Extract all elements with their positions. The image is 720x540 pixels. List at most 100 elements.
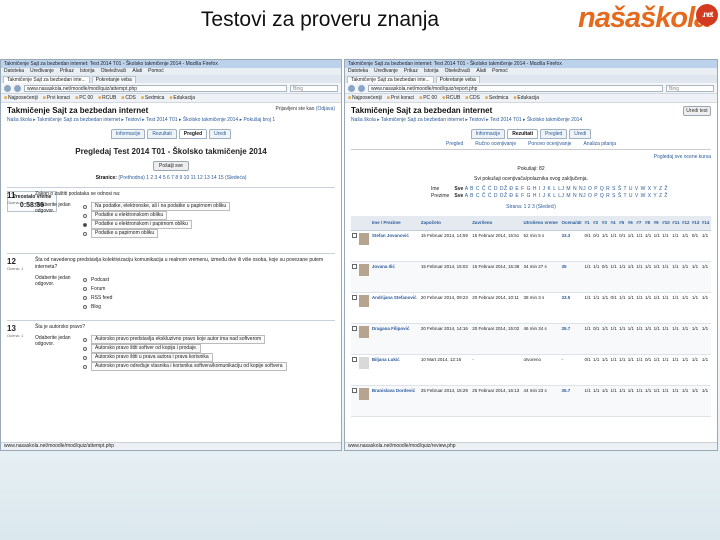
student-name[interactable]: Branislava Dordević bbox=[370, 385, 420, 417]
forward-icon[interactable] bbox=[14, 84, 21, 92]
submit-all-button[interactable]: Pošalji sve bbox=[153, 161, 189, 171]
back-icon[interactable] bbox=[4, 84, 11, 92]
grade-link[interactable]: 33.3 bbox=[561, 233, 570, 238]
column-header[interactable]: #11 bbox=[671, 216, 681, 231]
menu-item[interactable]: Istorija bbox=[424, 68, 439, 75]
question-mark[interactable]: 1/1 bbox=[626, 354, 636, 386]
tab-preview[interactable]: Pregled bbox=[540, 129, 568, 139]
answer-option[interactable]: Podcast bbox=[83, 275, 335, 284]
filter-all[interactable]: Sve bbox=[454, 193, 463, 199]
question-mark[interactable]: 0/1 bbox=[600, 261, 610, 293]
question-mark[interactable]: 1/1 bbox=[583, 323, 593, 355]
bookmark-item[interactable]: Prvi koraci bbox=[43, 95, 70, 101]
menu-item[interactable]: Obeleživači bbox=[445, 68, 471, 75]
question-mark[interactable]: 1/1 bbox=[609, 230, 619, 262]
question-mark[interactable]: 1/1 bbox=[661, 385, 672, 417]
browser-tab[interactable]: Takmičenje Sajt za bezbedan inte... bbox=[347, 76, 434, 83]
question-mark[interactable]: 0/1 bbox=[618, 230, 627, 262]
edit-quiz-label[interactable]: Uredi test bbox=[683, 106, 711, 116]
checkbox[interactable] bbox=[352, 387, 357, 393]
student-name[interactable]: Stefan Jovanović bbox=[370, 230, 420, 262]
answer-option[interactable]: Autorsko pravo štiti u prava autora i pr… bbox=[83, 353, 335, 362]
bookmark-item[interactable]: Prvi koraci bbox=[387, 95, 414, 101]
menu-item[interactable]: Uređivanje bbox=[30, 68, 54, 75]
radio-button[interactable] bbox=[83, 204, 87, 209]
avatar[interactable] bbox=[359, 232, 370, 245]
subtab-regrade[interactable]: Ponovo ocenjivanje bbox=[528, 141, 571, 147]
menu-item[interactable]: Pomoć bbox=[148, 68, 164, 75]
question-mark[interactable]: 1/1 bbox=[690, 385, 701, 417]
question-mark[interactable]: 1/1 bbox=[652, 385, 662, 417]
column-header[interactable]: #7 bbox=[635, 216, 645, 231]
column-header[interactable]: Započeto bbox=[419, 216, 472, 231]
bookmark-item[interactable]: Najposećeniji bbox=[348, 95, 382, 101]
question-mark[interactable]: 1/1 bbox=[700, 323, 711, 355]
logout-link[interactable]: (Odjava) bbox=[316, 106, 335, 112]
answer-option[interactable]: Autorsko pravo štiti softver od kopija i… bbox=[83, 344, 335, 353]
bookmark-item[interactable]: Sedmica bbox=[141, 95, 164, 101]
radio-button[interactable] bbox=[83, 295, 87, 300]
question-mark[interactable]: 1/1 bbox=[635, 292, 645, 324]
student-name-link[interactable]: Branislava Dordević bbox=[372, 388, 415, 393]
avatar[interactable] bbox=[359, 356, 370, 369]
menu-item[interactable]: Alati bbox=[132, 68, 142, 75]
tab-edit[interactable]: Uredi bbox=[569, 129, 592, 139]
question-mark[interactable]: 1/1 bbox=[635, 385, 645, 417]
question-mark[interactable]: 0/1 bbox=[583, 230, 593, 262]
grade-link[interactable]: - bbox=[561, 357, 563, 362]
menu-item[interactable]: Alati bbox=[476, 68, 486, 75]
question-mark[interactable]: 1/1 bbox=[600, 323, 610, 355]
question-mark[interactable]: 1/1 bbox=[609, 385, 619, 417]
question-mark[interactable]: 1/1 bbox=[618, 385, 627, 417]
page-navigation[interactable]: Strana: 1 2 3 (Sledeći) bbox=[351, 204, 711, 210]
column-header[interactable]: #1 bbox=[583, 216, 593, 231]
question-mark[interactable]: 1/1 bbox=[671, 292, 681, 324]
filter-all[interactable]: Sve bbox=[454, 186, 463, 192]
checkbox[interactable] bbox=[352, 263, 357, 269]
question-mark[interactable]: 1/1 bbox=[600, 354, 610, 386]
question-mark[interactable]: 1/1 bbox=[609, 354, 619, 386]
breadcrumb[interactable]: Naša škola ▸ Takmičenje Sajt za bezbedan… bbox=[351, 117, 711, 123]
question-mark[interactable]: 0/1 bbox=[592, 230, 601, 262]
browser-tab[interactable]: Pokretanje veba bbox=[435, 76, 480, 83]
question-mark[interactable]: 1/1 bbox=[661, 261, 672, 293]
question-mark[interactable]: 1/1 bbox=[592, 261, 601, 293]
question-mark[interactable]: 1/1 bbox=[626, 230, 636, 262]
student-name-link[interactable]: Dragana Filipović bbox=[372, 326, 410, 331]
student-name[interactable]: Biljana Lukić bbox=[370, 354, 420, 386]
question-mark[interactable]: 1/1 bbox=[700, 354, 711, 386]
question-mark[interactable]: 1/1 bbox=[626, 261, 636, 293]
tab-info[interactable]: Informacije bbox=[110, 129, 146, 139]
subtab-overview[interactable]: Pregled bbox=[446, 141, 463, 147]
radio-button[interactable] bbox=[83, 213, 87, 218]
answer-option[interactable]: Podatke u elektronskom obliku bbox=[83, 211, 335, 220]
menu-item[interactable]: Pomoć bbox=[492, 68, 508, 75]
browser-tab[interactable]: Takmičenje Sajt za bezbedan inte... bbox=[3, 76, 90, 83]
student-name-link[interactable]: Andrijana Stefanović bbox=[372, 295, 417, 300]
question-mark[interactable]: 1/1 bbox=[671, 385, 681, 417]
page-links[interactable]: (Prethodna) 1 2 3 4 5 6 7 8 9 10 11 12 1… bbox=[118, 175, 246, 181]
question-mark[interactable]: 1/1 bbox=[644, 292, 653, 324]
question-mark[interactable]: 1/1 bbox=[652, 230, 662, 262]
browser-tab[interactable]: Pokretanje veba bbox=[91, 76, 136, 83]
question-mark[interactable]: 1/1 bbox=[635, 354, 645, 386]
question-mark[interactable]: 1/1 bbox=[680, 261, 691, 293]
radio-button-selected[interactable] bbox=[83, 222, 87, 227]
radio-button[interactable] bbox=[83, 355, 87, 360]
question-mark[interactable]: 1/1 bbox=[700, 292, 711, 324]
tab-results[interactable]: Rezultati bbox=[147, 129, 177, 139]
question-mark[interactable]: 0/1 bbox=[583, 354, 593, 386]
question-mark[interactable]: 1/1 bbox=[600, 230, 610, 262]
column-header[interactable]: Ocena/40 bbox=[560, 216, 584, 231]
tab-info[interactable]: Informacije bbox=[470, 129, 506, 139]
grade-link[interactable]: 35 bbox=[561, 264, 566, 269]
question-mark[interactable]: 1/1 bbox=[690, 323, 701, 355]
answer-option[interactable]: RSS feed bbox=[83, 293, 335, 302]
search-input[interactable]: Bing bbox=[290, 84, 338, 92]
column-header[interactable]: #3 bbox=[600, 216, 610, 231]
question-mark[interactable]: 1/1 bbox=[600, 292, 610, 324]
question-mark[interactable]: 1/1 bbox=[661, 323, 672, 355]
avatar[interactable] bbox=[359, 294, 370, 307]
address-input[interactable]: www.nasaskola.net/moodle/mod/quiz/report… bbox=[368, 84, 663, 92]
question-mark[interactable]: 1/1 bbox=[680, 230, 691, 262]
